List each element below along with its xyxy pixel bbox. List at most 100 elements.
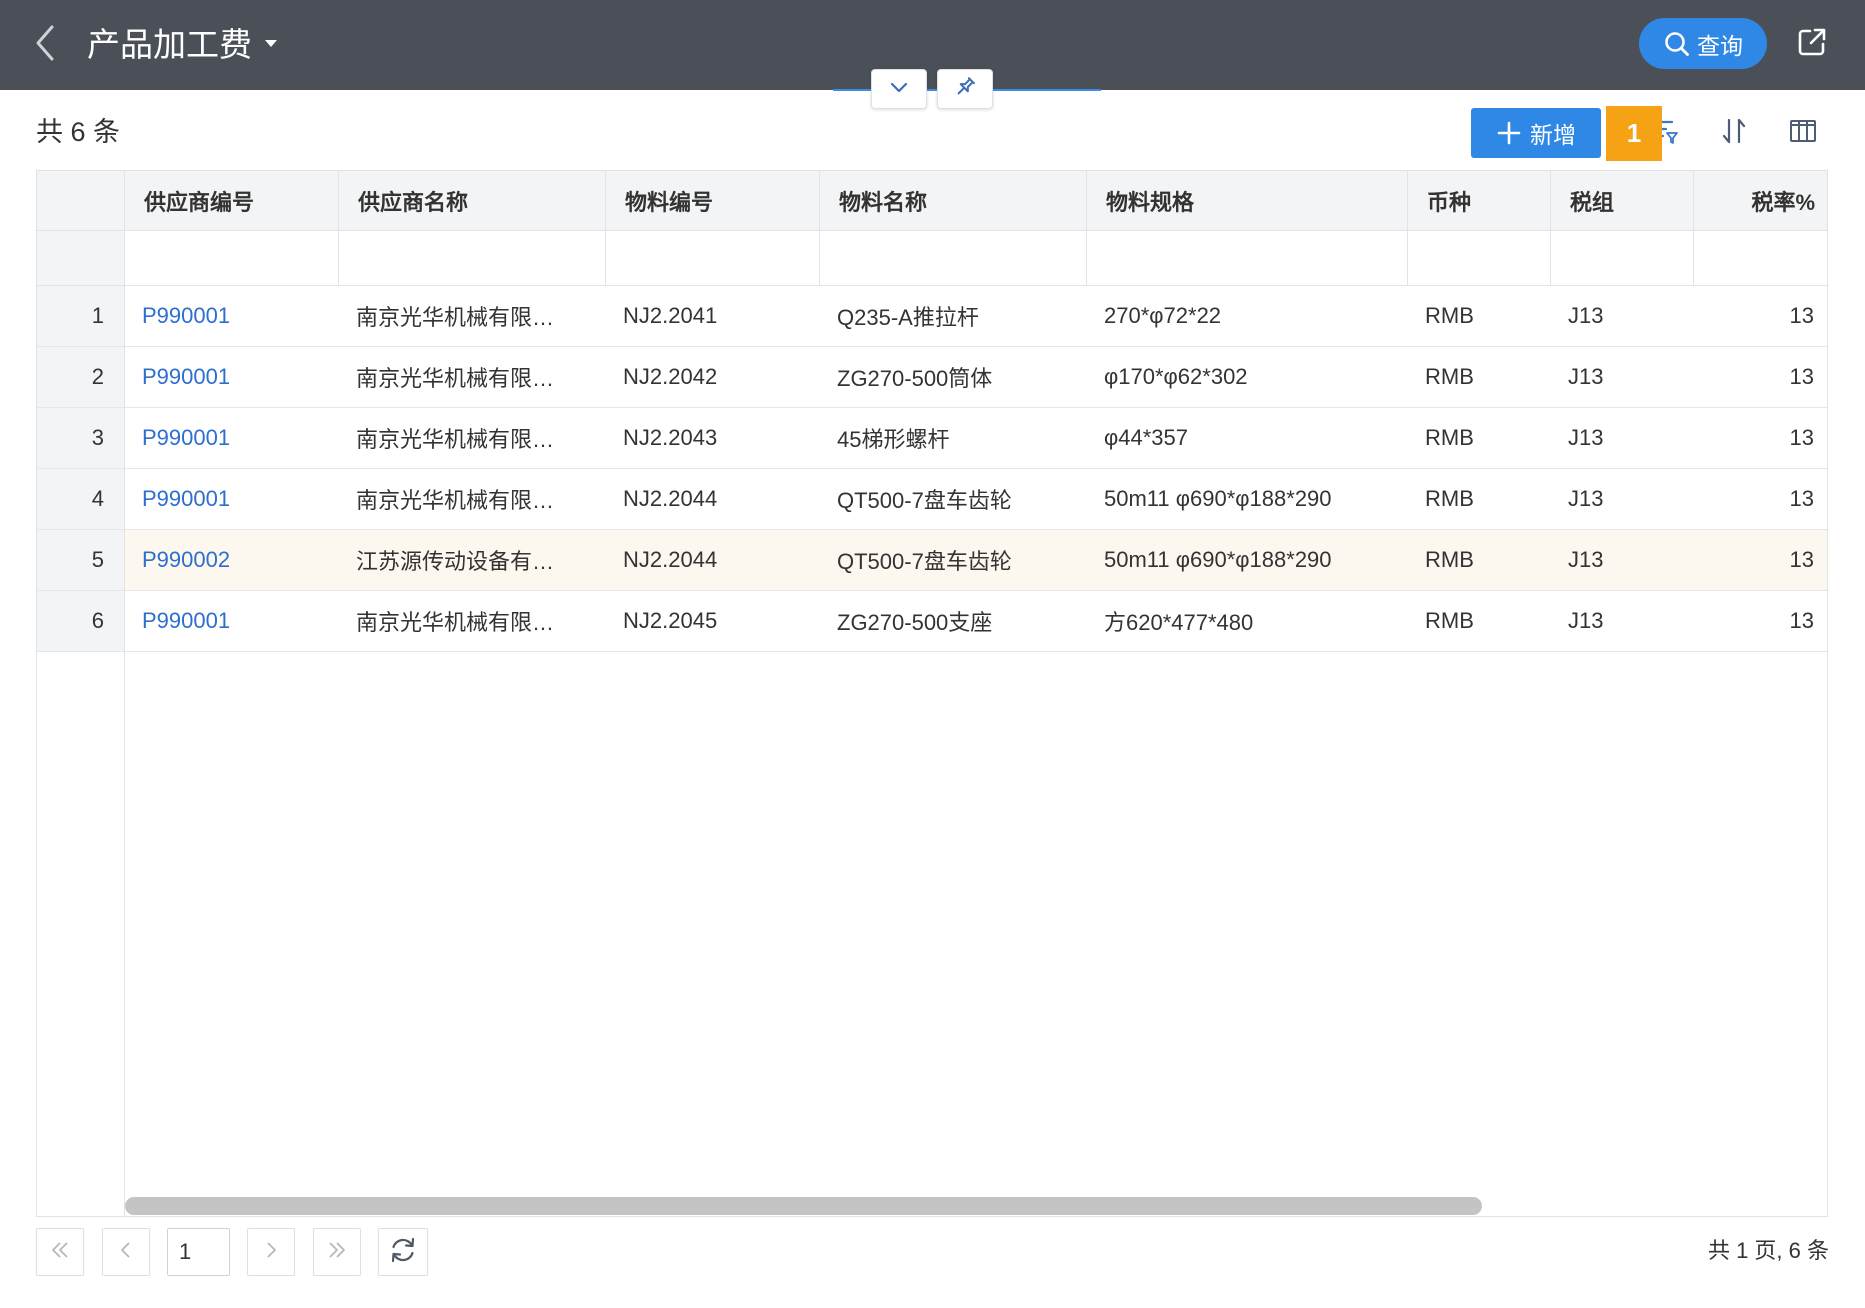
title-dropdown-button[interactable] [264, 39, 278, 49]
supplier-code-link[interactable]: P990001 [125, 347, 339, 407]
material-spec-cell: 50m11 φ690*φ188*290 [1087, 530, 1408, 590]
row-index: 3 [37, 408, 125, 468]
back-button[interactable] [32, 25, 58, 65]
supplier-code-link[interactable]: P990001 [125, 469, 339, 529]
table-row[interactable]: 4 P990001 南京光华机械有限… NJ2.2044 QT500-7盘车齿轮… [37, 469, 1827, 530]
export-button[interactable] [1795, 27, 1829, 61]
table-row[interactable]: 2 P990001 南京光华机械有限… NJ2.2042 ZG270-500筒体… [37, 347, 1827, 408]
last-page-button[interactable] [313, 1228, 361, 1276]
collapse-toggle-button[interactable] [871, 69, 927, 109]
record-count: 共 6 条 [36, 117, 121, 147]
material-code-cell: NJ2.2044 [623, 486, 718, 511]
pagination-summary: 共 1 页, 6 条 [1707, 1238, 1829, 1263]
material-code-cell: NJ2.2043 [623, 425, 718, 450]
column-header-supplier-code[interactable]: 供应商编号 [125, 171, 339, 230]
plus-icon [1496, 120, 1522, 146]
tax-group-cell: J13 [1568, 303, 1604, 328]
filter-input-supplier-code[interactable] [125, 231, 339, 285]
first-page-icon [48, 1238, 72, 1267]
material-name-cell: Q235-A推拉杆 [837, 305, 979, 330]
filter-row-index-cell [37, 231, 125, 285]
material-spec-cell: 270*φ72*22 [1104, 303, 1222, 328]
search-icon [1663, 30, 1691, 58]
row-index: 6 [37, 591, 125, 651]
pin-toggle-button[interactable] [937, 69, 993, 109]
column-header-supplier-name[interactable]: 供应商名称 [339, 171, 606, 230]
column-header-material-code[interactable]: 物料编号 [606, 171, 820, 230]
supplier-code-link[interactable]: P990001 [125, 408, 339, 468]
chevron-down-icon [887, 75, 911, 104]
currency-cell: RMB [1425, 486, 1474, 511]
column-settings-button[interactable] [1787, 117, 1819, 149]
column-header-currency[interactable]: 币种 [1408, 171, 1551, 230]
row-index: 4 [37, 469, 125, 529]
material-code-cell: NJ2.2045 [623, 608, 718, 633]
column-header-tax-group[interactable]: 税组 [1551, 171, 1694, 230]
filter-input-currency[interactable] [1408, 231, 1551, 285]
material-name-cell: QT500-7盘车齿轮 [837, 488, 1012, 513]
table-header-row: 供应商编号 供应商名称 物料编号 物料名称 物料规格 币种 税组 税率% [37, 171, 1827, 231]
tax-group-cell: J13 [1568, 486, 1604, 511]
notification-badge: 1 [1606, 106, 1662, 161]
supplier-code-link[interactable]: P990002 [125, 530, 339, 590]
table-row[interactable]: 3 P990001 南京光华机械有限… NJ2.2043 45梯形螺杆 φ44*… [37, 408, 1827, 469]
prev-page-button[interactable] [102, 1228, 150, 1276]
tax-rate-cell: 13 [1789, 608, 1814, 633]
query-button-label: 查询 [1697, 32, 1743, 59]
prev-page-icon [114, 1238, 138, 1267]
external-link-icon [1796, 26, 1828, 63]
last-page-icon [325, 1238, 349, 1267]
filter-input-supplier-name[interactable] [339, 231, 606, 285]
horizontal-scrollbar[interactable] [125, 1197, 1482, 1215]
supplier-code-link[interactable]: P990001 [125, 591, 339, 651]
filter-input-material-code[interactable] [606, 231, 820, 285]
material-spec-cell: φ170*φ62*302 [1104, 364, 1248, 389]
tax-rate-cell: 13 [1789, 364, 1814, 389]
add-button[interactable]: 新增 [1471, 108, 1601, 158]
table-row[interactable]: 6 P990001 南京光华机械有限… NJ2.2045 ZG270-500支座… [37, 591, 1827, 652]
column-header-material-spec[interactable]: 物料规格 [1087, 171, 1408, 230]
sort-icon [1719, 116, 1749, 151]
material-code-cell: NJ2.2044 [606, 530, 820, 590]
filter-input-tax-rate[interactable] [1694, 231, 1827, 285]
currency-cell: RMB [1408, 530, 1551, 590]
refresh-icon [388, 1235, 418, 1270]
material-name-cell: QT500-7盘车齿轮 [820, 530, 1087, 590]
filter-row [37, 231, 1827, 286]
tax-rate-cell: 13 [1789, 303, 1814, 328]
tax-group-cell: J13 [1568, 364, 1604, 389]
supplier-name-cell: 南京光华机械有限… [356, 305, 555, 330]
table-row[interactable]: 1 P990001 南京光华机械有限… NJ2.2041 Q235-A推拉杆 2… [37, 286, 1827, 347]
table-row-highlighted[interactable]: 5 P990002 江苏源传动设备有… NJ2.2044 QT500-7盘车齿轮… [37, 530, 1827, 591]
index-column-divider [124, 286, 125, 1216]
currency-cell: RMB [1425, 425, 1474, 450]
tax-group-cell: J13 [1568, 608, 1604, 633]
supplier-name-cell: 南京光华机械有限… [356, 366, 555, 391]
top-bar: 产品加工费 查询 [0, 0, 1865, 90]
tax-group-cell: J13 [1568, 425, 1604, 450]
filter-input-material-name[interactable] [820, 231, 1087, 285]
sort-button[interactable] [1718, 117, 1750, 149]
supplier-name-cell: 南京光华机械有限… [356, 427, 555, 452]
tax-rate-cell: 13 [1789, 425, 1814, 450]
column-header-tax-rate[interactable]: 税率% [1694, 171, 1827, 230]
supplier-name-cell: 南京光华机械有限… [356, 488, 555, 513]
supplier-code-link[interactable]: P990001 [125, 286, 339, 346]
row-index: 5 [37, 530, 125, 590]
material-name-cell: ZG270-500筒体 [837, 366, 993, 391]
filter-input-material-spec[interactable] [1087, 231, 1408, 285]
column-header-material-name[interactable]: 物料名称 [820, 171, 1087, 230]
first-page-button[interactable] [36, 1228, 84, 1276]
add-button-label: 新增 [1530, 122, 1576, 148]
currency-cell: RMB [1425, 303, 1474, 328]
chevron-left-icon [34, 24, 56, 67]
supplier-name-cell: 南京光华机械有限… [356, 610, 555, 635]
page-number-input[interactable]: 1 [167, 1228, 230, 1276]
query-button[interactable]: 查询 [1639, 18, 1767, 69]
material-code-cell: NJ2.2041 [623, 303, 718, 328]
currency-cell: RMB [1425, 364, 1474, 389]
filter-input-tax-group[interactable] [1551, 231, 1694, 285]
refresh-button[interactable] [378, 1228, 428, 1276]
next-page-button[interactable] [247, 1228, 295, 1276]
app-root: 产品加工费 查询 共 6 条 新增 1 供应商编号 供应商名称 物料编号 物料名… [0, 0, 1865, 1308]
